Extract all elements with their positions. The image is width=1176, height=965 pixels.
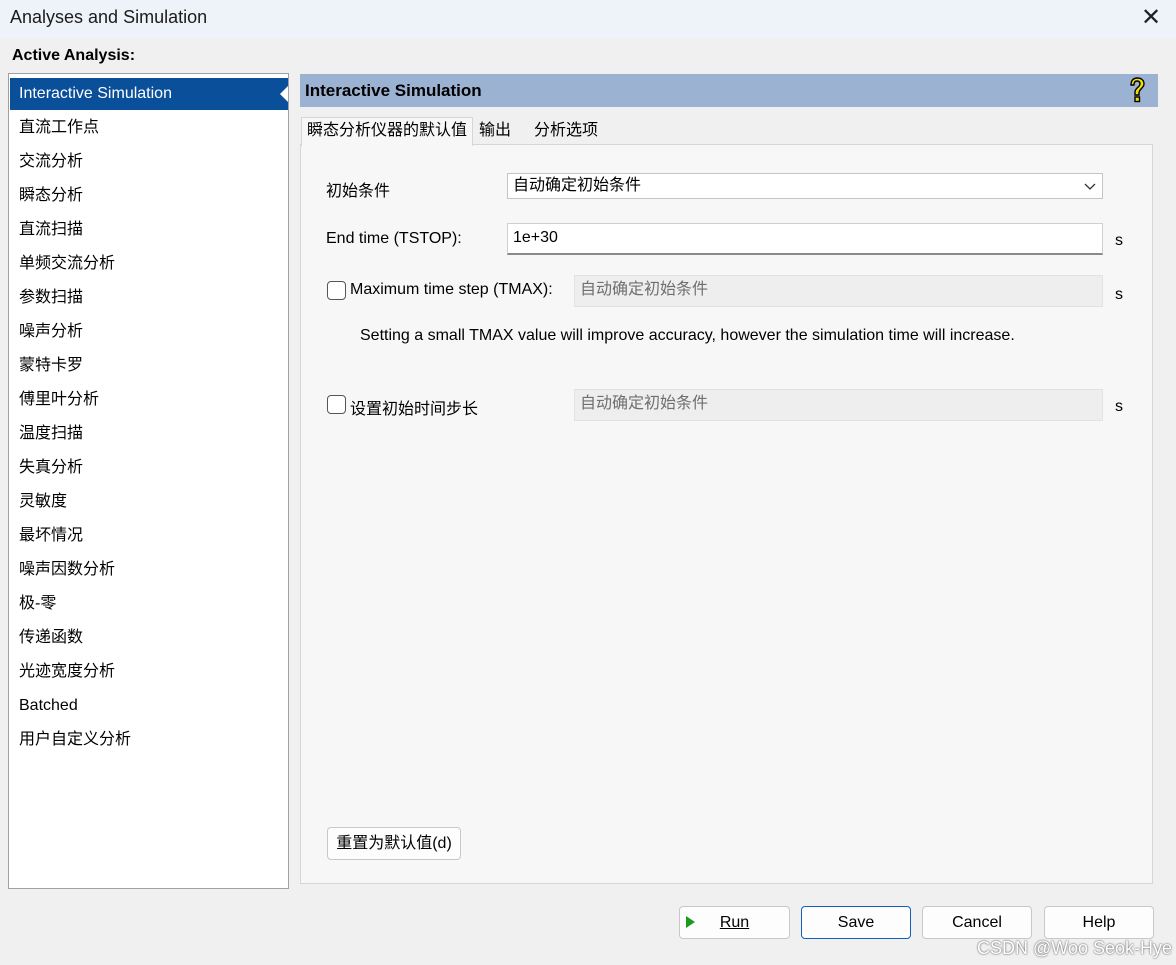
analysis-item-user-defined[interactable]: 用户自定义分析 [10, 724, 288, 756]
initial-time-step-checkbox[interactable] [327, 395, 346, 414]
play-icon [686, 916, 695, 928]
analysis-item-parameter-sweep[interactable]: 参数扫描 [10, 282, 288, 314]
close-icon[interactable]: ✕ [1136, 4, 1166, 32]
analysis-item-sensitivity[interactable]: 灵敏度 [10, 486, 288, 518]
panel-title: Interactive Simulation [305, 81, 482, 100]
dialog-body: Active Analysis: Interactive Simulation … [0, 38, 1176, 965]
initial-conditions-select[interactable]: 自动确定初始条件 [507, 173, 1103, 199]
tab-output[interactable]: 输出 [474, 120, 516, 143]
cancel-button[interactable]: Cancel [922, 906, 1032, 939]
analysis-list[interactable]: Interactive Simulation 直流工作点 交流分析 瞬态分析 直… [8, 73, 289, 889]
analysis-item-dc-operating-point[interactable]: 直流工作点 [10, 112, 288, 144]
analysis-item-monte-carlo[interactable]: 蒙特卡罗 [10, 350, 288, 382]
title-bar: Analyses and Simulation ✕ [0, 0, 1176, 38]
run-button-label: Run [719, 914, 750, 931]
analysis-item-ac-analysis[interactable]: 交流分析 [10, 146, 288, 178]
end-time-input[interactable]: 1e+30 [507, 223, 1103, 255]
analysis-item-single-frequency-ac[interactable]: 单频交流分析 [10, 248, 288, 280]
analysis-item-batched[interactable]: Batched [10, 690, 288, 722]
reset-defaults-button[interactable]: 重置为默认值(d) [327, 827, 461, 860]
panel-header: Interactive Simulation [300, 74, 1158, 107]
initial-time-step-label: 设置初始时间步长 [350, 401, 479, 418]
analysis-item-temperature-sweep[interactable]: 温度扫描 [10, 418, 288, 450]
max-time-step-unit: s [1115, 286, 1123, 303]
analysis-item-interactive-simulation[interactable]: Interactive Simulation [10, 78, 288, 110]
initial-conditions-value: 自动确定初始条件 [513, 177, 642, 194]
analysis-item-pole-zero[interactable]: 极-零 [10, 588, 288, 620]
initial-conditions-label: 初始条件 [326, 183, 391, 200]
analysis-item-trace-width[interactable]: 光迹宽度分析 [10, 656, 288, 688]
analysis-item-transfer-function[interactable]: 传递函数 [10, 622, 288, 654]
max-time-step-checkbox[interactable] [327, 281, 346, 300]
analysis-item-dc-sweep[interactable]: 直流扫描 [10, 214, 288, 246]
analysis-item-transient[interactable]: 瞬态分析 [10, 180, 288, 212]
analysis-item-worst-case[interactable]: 最坏情况 [10, 520, 288, 552]
max-time-step-label: Maximum time step (TMAX): [350, 281, 553, 298]
initial-time-step-input: 自动确定初始条件 [574, 389, 1103, 421]
tmax-hint-text: Setting a small TMAX value will improve … [360, 327, 1015, 344]
analysis-item-noise[interactable]: 噪声分析 [10, 316, 288, 348]
tab-transient-defaults[interactable]: 瞬态分析仪器的默认值 [301, 117, 474, 146]
end-time-unit: s [1115, 232, 1123, 249]
analysis-item-fourier[interactable]: 傅里叶分析 [10, 384, 288, 416]
initial-time-step-unit: s [1115, 398, 1123, 415]
watermark: CSDN @Woo Seok-Hye [977, 938, 1172, 958]
chevron-down-icon [1084, 183, 1096, 190]
active-analysis-label: Active Analysis: [12, 47, 136, 64]
run-button[interactable]: Run [679, 906, 790, 939]
tab-analysis-options[interactable]: 分析选项 [529, 120, 603, 143]
max-time-step-input: 自动确定初始条件 [574, 275, 1103, 307]
question-mark-icon[interactable] [1126, 77, 1148, 103]
window-title: Analyses and Simulation [10, 7, 208, 27]
save-button[interactable]: Save [801, 906, 911, 939]
analysis-item-noise-figure[interactable]: 噪声因数分析 [10, 554, 288, 586]
analysis-item-distortion[interactable]: 失真分析 [10, 452, 288, 484]
tab-content: 初始条件 自动确定初始条件 End time (TSTOP): 1e+30 s … [300, 144, 1153, 884]
help-button[interactable]: Help [1044, 906, 1154, 939]
end-time-label: End time (TSTOP): [326, 230, 462, 247]
